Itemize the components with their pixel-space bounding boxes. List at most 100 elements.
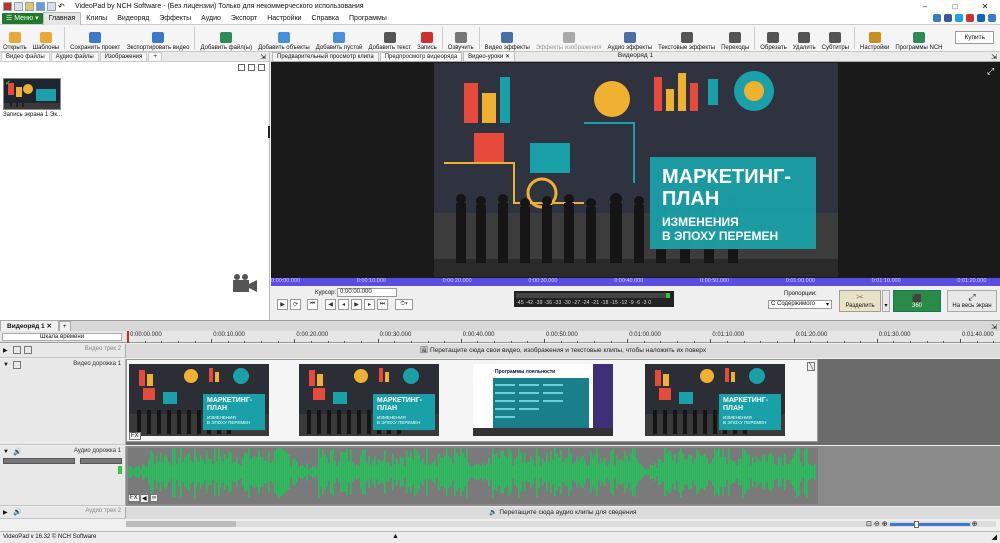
transition-icon[interactable]: ╲: [807, 362, 815, 371]
save-icon[interactable]: [36, 1, 45, 11]
resize-grip-icon[interactable]: ◢: [992, 533, 997, 541]
menu-clips[interactable]: Клипы: [81, 12, 112, 25]
add-bin-tab[interactable]: +: [148, 52, 162, 61]
toolbar-button-add-file[interactable]: Добавить файл(ы): [197, 25, 255, 51]
undo-icon[interactable]: ↶: [58, 2, 67, 11]
toolbar-button-add-blank[interactable]: Добавить пустой: [313, 25, 366, 51]
status-expand-icon[interactable]: ▲: [392, 533, 399, 540]
add-sequence-tab[interactable]: +: [58, 321, 71, 331]
zoom-out-icon[interactable]: ⊖: [874, 520, 880, 528]
buy-button[interactable]: Купить: [955, 31, 994, 44]
play-button[interactable]: ▶: [277, 299, 288, 310]
gift-icon[interactable]: [933, 14, 941, 22]
pin-preview-icon[interactable]: ⇲: [991, 53, 997, 61]
go-end-button[interactable]: ⏭: [377, 299, 388, 310]
facebook-icon[interactable]: [944, 14, 952, 22]
linkedin-icon[interactable]: [977, 14, 985, 22]
speed-button[interactable]: ⏱▾: [395, 299, 413, 310]
timeline-ruler[interactable]: Шкала времени 0:00:00.000 0:00:10.000 0:00…: [0, 331, 1000, 343]
thumbnail-view-icon[interactable]: [238, 64, 245, 71]
main-menu-button[interactable]: ☰ Меню ▾: [2, 12, 43, 24]
proportions-select[interactable]: С Содержимого ▾: [768, 300, 832, 309]
menu-sequence[interactable]: Видеоряд: [112, 12, 154, 25]
menu-export[interactable]: Экспорт: [226, 12, 262, 25]
toolbar-button-nch-suite[interactable]: Программы NCH: [892, 25, 945, 51]
toolbar-button-crop[interactable]: Обрезать: [757, 25, 789, 51]
menu-programs[interactable]: Программы: [344, 12, 392, 25]
folder-icon[interactable]: [248, 64, 255, 71]
toolbar-button-transitions[interactable]: Переходы: [718, 25, 752, 51]
audio-link-icon[interactable]: ∞: [150, 494, 159, 502]
cursor-time-field[interactable]: 0:00:00.000: [337, 288, 397, 297]
go-start-button[interactable]: ⏮: [307, 299, 318, 310]
menu-settings[interactable]: Настройки: [262, 12, 306, 25]
toolbar-button-save[interactable]: Сохранить проект: [67, 25, 123, 51]
panel-splitter[interactable]: [268, 126, 270, 138]
step-back-button[interactable]: ◂: [338, 299, 349, 310]
toolbar-button-delete[interactable]: Удалить: [790, 25, 819, 51]
video-preview-frame[interactable]: МАРКЕТИНГ- ПЛАН ИЗМЕНЕНИЯ В ЭПОХУ ПЕРЕМЕ…: [434, 63, 838, 277]
export-icon[interactable]: [47, 1, 56, 11]
next-frame-button[interactable]: ▸: [364, 299, 375, 310]
close-icon[interactable]: ✕: [970, 2, 1000, 11]
list-view-icon[interactable]: [258, 64, 265, 71]
youtube-icon[interactable]: [966, 14, 974, 22]
clip-thumbnail[interactable]: МАРКЕТИНГ- ПЛАН ИЗМЕНЕНИЯ В ЭПОХУ ПЕРЕМЕН: [129, 364, 269, 436]
toolbar-button-settings[interactable]: Настройки: [857, 25, 892, 51]
expand-track-icon[interactable]: ▶: [3, 347, 8, 354]
video-track-1-area[interactable]: МАРКЕТИНГ- ПЛАН ИЗМЕНЕНИЯ В ЭПОХУ ПЕРЕМЕН МА…: [126, 359, 1000, 445]
menu-home[interactable]: Главная: [42, 11, 82, 25]
zoom-in-icon[interactable]: ⊕: [882, 520, 888, 528]
toolbar-button-text-effects[interactable]: Текстовые эффекты: [655, 25, 718, 51]
zoom-slider[interactable]: [889, 520, 970, 528]
pin-timeline-icon[interactable]: ⇲: [991, 323, 997, 331]
menu-effects[interactable]: Эффекты: [154, 12, 196, 25]
collapse-audio-icon[interactable]: ▼: [3, 449, 9, 455]
volume-slider[interactable]: [3, 458, 75, 464]
timeline-scroll-thumb[interactable]: [126, 521, 236, 527]
toolbar-button-add-text[interactable]: Добавить текст: [365, 25, 414, 51]
close-tab-icon[interactable]: ✕: [505, 54, 510, 60]
media-clip-thumbnail[interactable]: ✔: [3, 78, 61, 110]
play-small-button[interactable]: ▶: [351, 299, 362, 310]
speaker-icon[interactable]: 🔊: [13, 508, 22, 516]
expand-audio-icon[interactable]: ▶: [3, 509, 8, 516]
preview-timeline-bar[interactable]: 0:00:00.000 0:00:10.000 0:00:20.000 0:00:30…: [271, 278, 1000, 286]
tab-images[interactable]: Изображения: [99, 52, 148, 61]
tab-sequence-preview[interactable]: Предпросмотр видеоряда: [379, 52, 463, 61]
open-icon[interactable]: [25, 1, 34, 11]
tab-video-files[interactable]: Видео файлы: [1, 52, 50, 61]
zoom-in-plus-icon[interactable]: ⊕: [972, 520, 978, 528]
vr-360-button[interactable]: ⬛ 360: [893, 290, 941, 312]
toolbar-button-image-effects[interactable]: Эффекты изображения: [533, 25, 605, 51]
split-dropdown[interactable]: ▾: [882, 290, 890, 312]
toolbar-button-record[interactable]: Запись: [414, 25, 440, 51]
collapse-track-icon[interactable]: ▼: [3, 362, 9, 368]
track-lock-icon[interactable]: [24, 346, 32, 354]
zoom-slider-thumb[interactable]: [913, 520, 919, 528]
tab-clip-preview[interactable]: Предварительный просмотр клипа: [272, 52, 379, 61]
audio-track-1-area[interactable]: FX ◀ ∞: [126, 446, 1000, 506]
tab-tutorials[interactable]: Видео-уроки ✕: [463, 51, 515, 61]
video-clip[interactable]: МАРКЕТИНГ- ПЛАН ИЗМЕНЕНИЯ В ЭПОХУ ПЕРЕМЕН МА…: [126, 359, 818, 442]
zoom-fit-icon[interactable]: ⊡: [866, 520, 872, 528]
speaker-icon[interactable]: 🔊: [13, 448, 22, 456]
detach-preview-icon[interactable]: ⤢: [987, 66, 996, 76]
toolbar-button-subtitles[interactable]: Субтитры: [819, 25, 852, 51]
help-icon[interactable]: [988, 14, 996, 22]
new-icon[interactable]: [14, 1, 23, 11]
tab-audio-files[interactable]: Аудио файлы: [50, 52, 99, 61]
video-fx-icon[interactable]: FX: [129, 432, 141, 440]
split-button[interactable]: ✂ Разделить: [839, 290, 881, 312]
pin-icon[interactable]: ⇲: [260, 53, 266, 61]
minimize-icon[interactable]: –: [910, 2, 940, 11]
fullscreen-button[interactable]: ⤢ На весь экран: [947, 290, 997, 312]
pan-slider[interactable]: [80, 458, 122, 464]
twitter-icon[interactable]: [955, 14, 963, 22]
close-sequence-icon[interactable]: ✕: [46, 323, 51, 330]
loop-button[interactable]: ⟳: [290, 299, 301, 310]
track-visibility-icon[interactable]: [13, 361, 21, 369]
prev-frame-button[interactable]: ◀: [325, 299, 336, 310]
toolbar-button-audio-effects[interactable]: Аудио эффекты: [605, 25, 656, 51]
toolbar-button-video-effects[interactable]: Видео эффекты: [482, 25, 533, 51]
